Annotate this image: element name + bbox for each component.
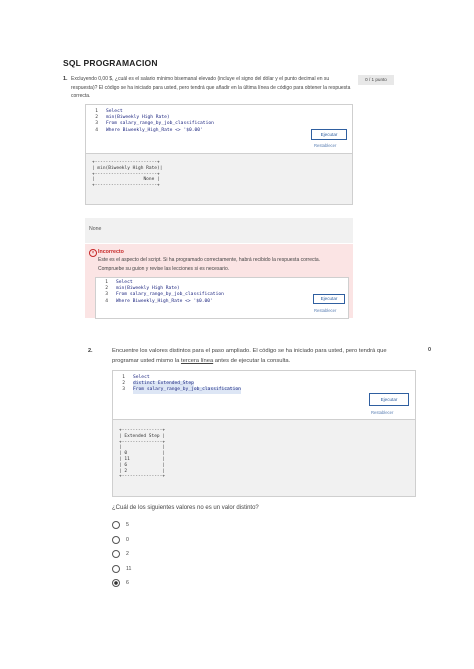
choice-option[interactable]: 0	[112, 533, 131, 548]
score-badge: 0 / 1 punto	[358, 75, 394, 85]
run-button[interactable]: Ejecutar	[313, 294, 345, 304]
choice-label: 11	[126, 565, 132, 572]
score-badge: 0	[428, 347, 432, 353]
third-line-link: tercera línea	[180, 357, 214, 364]
code-text: Where Biweekly_High_Rate <> '$0.00'	[116, 298, 213, 304]
code-editor[interactable]: 1 Select 2 distinct Extended_Step 3 From sala…	[112, 370, 416, 420]
feedback-heading: Incorrecto	[98, 249, 124, 255]
run-button[interactable]: Ejecutar	[311, 129, 347, 140]
choice-label: 6	[126, 580, 129, 587]
choice-option[interactable]: 2	[112, 547, 131, 562]
query-result-panel: +---------------+ | Extended Step | +---…	[112, 419, 416, 497]
answer-value: None	[89, 226, 102, 232]
reset-link[interactable]: Restablecer	[314, 143, 336, 148]
reset-link[interactable]: Restablecer	[371, 410, 393, 415]
radio-button[interactable]	[112, 521, 120, 530]
line-number: 4	[95, 127, 98, 133]
choice-label: 0	[126, 536, 129, 543]
question-text: Excluyendo 0,00 $, ¿cuál es el salario m…	[71, 76, 351, 99]
error-icon: ×	[89, 249, 97, 257]
code-text: From salary_range_by_job_classification	[133, 387, 241, 394]
run-button[interactable]: Ejecutar	[369, 393, 409, 406]
line-number: 3	[122, 387, 125, 393]
feedback-code: 1 Select 2 min(Biweekly High Rate) 3 From sal…	[95, 277, 349, 319]
query-result-panel: +-----------------------+ | min(Biweekly…	[85, 153, 353, 205]
radio-button[interactable]	[112, 535, 120, 544]
code-editor[interactable]: 1 Select 2 min(Biweekly High Rate) 3 From sal…	[85, 104, 353, 154]
query-result: +-----------------------+ | min(Biweekly…	[92, 160, 163, 189]
code-text: Where Biweekly_High_Rate <> '$0.00'	[106, 127, 203, 133]
feedback-alert: × Incorrecto Este es el aspecto del scri…	[85, 244, 353, 319]
radio-button[interactable]	[112, 564, 120, 573]
choice-list: 5 0 2 11 6	[112, 518, 131, 591]
choice-option[interactable]: 6	[112, 576, 131, 591]
choice-option[interactable]: 5	[112, 518, 131, 533]
code-line: 4 Where Biweekly_High_Rate <> '$0.00'	[96, 299, 348, 305]
choice-question: ¿Cuál de los siguientes valores no es un…	[112, 505, 259, 511]
question-number: 1.	[63, 76, 68, 82]
page-title: SQL PROGRAMACION	[63, 58, 158, 68]
reset-link[interactable]: Restablecer	[314, 308, 336, 313]
choice-option[interactable]: 11	[112, 562, 131, 577]
radio-button[interactable]	[112, 550, 120, 559]
question-number: 2.	[88, 348, 93, 354]
choice-label: 2	[126, 551, 129, 558]
query-result: +---------------+ | Extended Step | +---…	[119, 428, 166, 480]
answer-box: None	[85, 218, 353, 243]
feedback-text: Este es el aspecto del script. Si ha pro…	[98, 257, 321, 272]
radio-button[interactable]	[112, 579, 120, 588]
line-number: 4	[105, 298, 108, 304]
question-text: Encuentre los valores distintos para el …	[112, 348, 387, 364]
choice-label: 5	[126, 522, 129, 529]
